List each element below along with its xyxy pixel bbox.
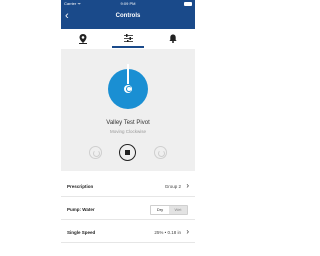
speed-value: 25% • 0.18 in <box>154 230 181 235</box>
rotate-icon <box>126 86 132 92</box>
tab-bar <box>61 29 195 49</box>
pump-dry-option[interactable]: Dry <box>151 206 169 214</box>
battery-icon <box>184 2 192 6</box>
prescription-value: Group 2 <box>164 184 181 189</box>
reverse-button[interactable] <box>89 146 102 159</box>
stop-button[interactable] <box>119 144 136 161</box>
map-pin-icon <box>79 34 87 44</box>
prescription-row[interactable]: Prescription Group 2 › <box>61 179 195 197</box>
clockwise-icon <box>158 150 165 157</box>
pivot-name: Valley Test Pivot <box>106 120 150 126</box>
pivot-arm <box>127 64 129 84</box>
pivot-diagram[interactable] <box>108 64 148 109</box>
status-time: 9:09 PM <box>120 1 136 6</box>
status-bar: Carrier ᯤ 9:09 PM <box>61 0 195 8</box>
chevron-right-icon: › <box>186 181 189 190</box>
app-header: Carrier ᯤ 9:09 PM ‹ Controls <box>61 0 195 29</box>
settings-list: Prescription Group 2 › Pump: Water Dry W… <box>61 171 195 256</box>
app-screen: Carrier ᯤ 9:09 PM ‹ Controls Valley Test… <box>61 0 195 256</box>
chevron-right-icon: › <box>186 227 189 236</box>
prescription-label: Prescription <box>67 184 94 189</box>
tab-controls[interactable] <box>106 29 150 49</box>
pivot-status: Moving Clockwise <box>109 129 146 134</box>
page-title: Controls <box>115 13 141 19</box>
pump-label: Pump: Water <box>67 207 95 212</box>
pump-toggle: Dry Wet <box>150 205 188 215</box>
stop-icon <box>125 150 130 155</box>
forward-button[interactable] <box>154 146 167 159</box>
tab-map[interactable] <box>61 29 105 49</box>
pivot-control-panel: Valley Test Pivot Moving Clockwise <box>61 49 195 171</box>
bell-icon <box>169 34 177 43</box>
speed-row[interactable]: Single Speed 25% • 0.18 in › <box>61 225 195 243</box>
tab-alerts[interactable] <box>151 29 195 49</box>
pump-row: Pump: Water Dry Wet <box>61 202 195 220</box>
speed-label: Single Speed <box>67 230 96 235</box>
pump-wet-option[interactable]: Wet <box>169 206 187 214</box>
sliders-icon <box>124 34 133 42</box>
counterclockwise-icon <box>93 150 100 157</box>
